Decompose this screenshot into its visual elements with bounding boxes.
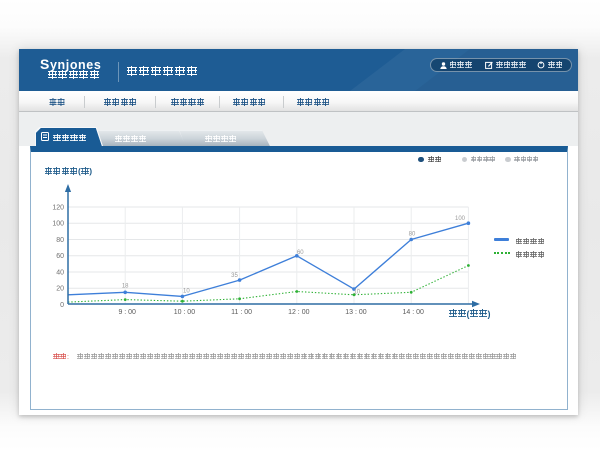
svg-text:20: 20 [56, 286, 64, 293]
svg-text:100: 100 [455, 216, 466, 222]
svg-text:60: 60 [56, 253, 64, 260]
svg-text:60: 60 [297, 250, 304, 256]
svg-text:35: 35 [231, 273, 238, 279]
svg-text:10: 10 [183, 289, 190, 295]
svg-text:80: 80 [56, 237, 64, 244]
svg-text:120: 120 [52, 204, 64, 211]
svg-text:12 : 00: 12 : 00 [288, 309, 310, 316]
svg-text:100: 100 [52, 221, 64, 228]
svg-text:14 : 00: 14 : 00 [402, 309, 424, 316]
svg-text:80: 80 [409, 232, 416, 238]
svg-text:9 : 00: 9 : 00 [118, 309, 136, 316]
svg-text:18: 18 [122, 283, 129, 289]
svg-text:0: 0 [60, 302, 64, 309]
svg-text:13 : 00: 13 : 00 [345, 309, 367, 316]
svg-text:10 : 00: 10 : 00 [174, 309, 196, 316]
svg-text:40: 40 [56, 269, 64, 276]
svg-text:10: 10 [353, 290, 360, 296]
svg-text:11 : 00: 11 : 00 [231, 309, 252, 316]
